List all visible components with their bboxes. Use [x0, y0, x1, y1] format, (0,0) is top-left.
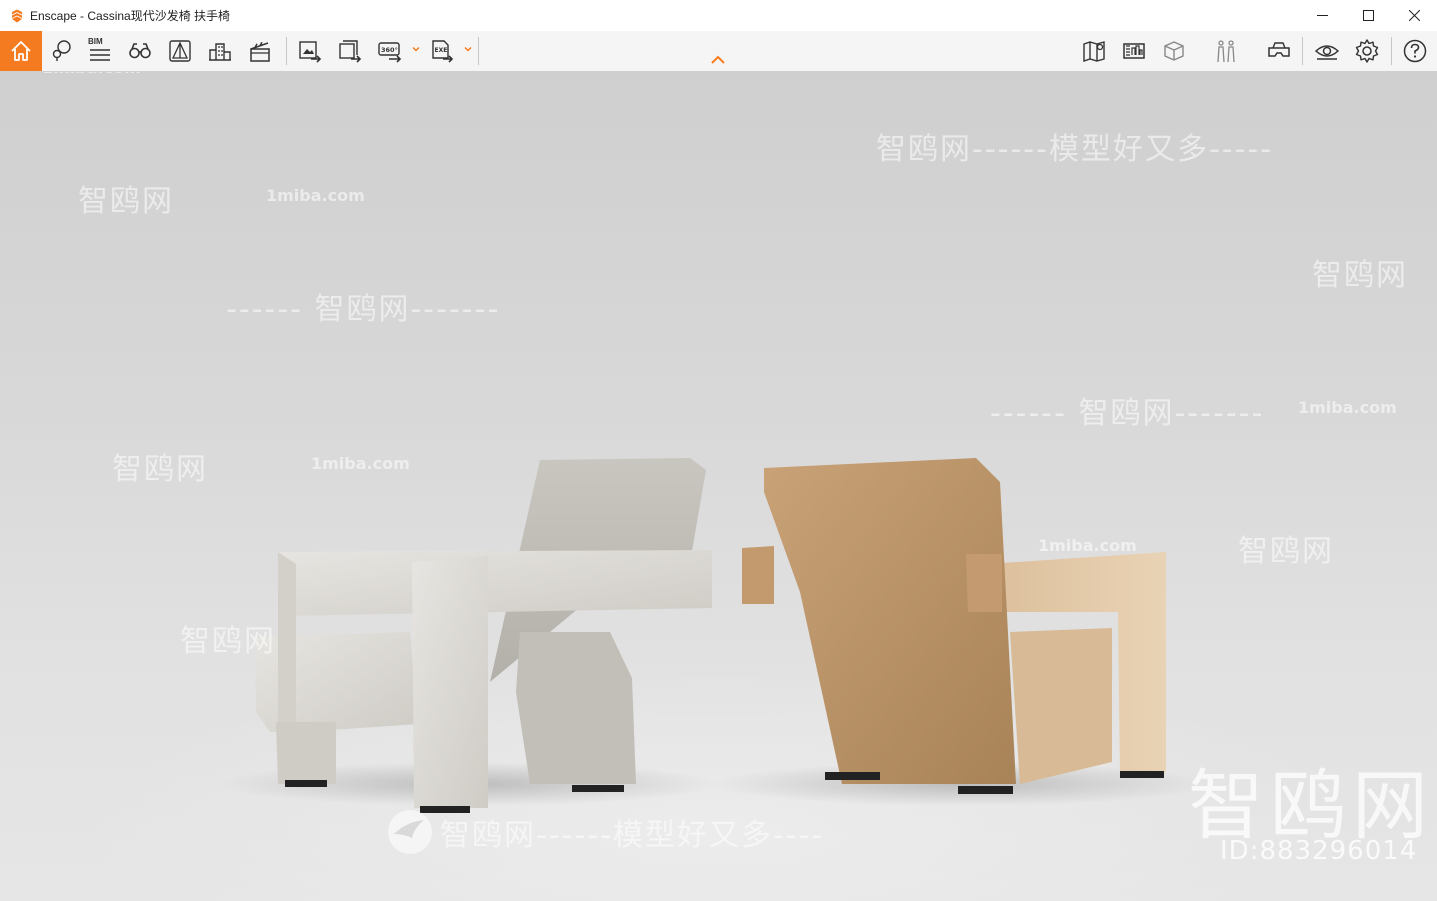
settings-button[interactable] [1350, 35, 1384, 67]
export-exe-icon: EXE [432, 40, 454, 63]
watermark-slogan: 智鸥网------模型好又多---- [440, 818, 825, 853]
title-bar: Enscape - Cassina现代沙发椅 扶手椅 [0, 0, 1437, 32]
watermark-brand: 智鸥网 [112, 452, 208, 487]
info-panel-button[interactable] [1117, 35, 1151, 67]
people-button[interactable] [1209, 35, 1243, 67]
buildings-button[interactable] [203, 35, 237, 67]
batch-render-button[interactable] [333, 35, 367, 67]
toolbar-separator [1391, 37, 1392, 65]
eye-view-icon [1314, 45, 1340, 60]
watermark-site: 1miba.com [266, 186, 365, 205]
watermark-site: 1miba.com [1038, 536, 1137, 555]
view-settings-button[interactable] [1310, 35, 1344, 67]
minimize-icon [1316, 15, 1328, 16]
map-location-button[interactable] [44, 35, 78, 67]
watermark-id: ID:883296014 [1220, 836, 1418, 866]
toolbar-separator [286, 37, 287, 65]
home-icon [11, 41, 31, 61]
video-editor-button[interactable] [243, 35, 277, 67]
watermark-site: 1miba.com [42, 72, 141, 77]
walk-mode-button[interactable] [123, 35, 157, 67]
map-view-button[interactable] [1077, 35, 1111, 67]
sketch-mode-button[interactable] [163, 35, 197, 67]
watermark-line-brand: ------ 智鸥网------- [226, 292, 501, 327]
bird-logo-icon [388, 810, 432, 854]
screenshot-button[interactable] [293, 35, 327, 67]
export-exe-button[interactable]: EXE [425, 35, 459, 67]
vr-headset-icon [1268, 42, 1290, 57]
panorama-360-icon: 360° [378, 42, 402, 63]
bim-label: BIM [88, 37, 103, 46]
watermark-brand: 智鸥网 [1312, 258, 1408, 293]
panorama-dropdown-chevron-icon[interactable] [412, 45, 420, 53]
watermark-brand: 智鸥网 [180, 624, 276, 659]
window-title: Enscape - Cassina现代沙发椅 扶手椅 [30, 9, 231, 23]
watermark-brand: 智鸥网 [1238, 534, 1334, 569]
maximize-button[interactable] [1345, 0, 1391, 31]
close-button[interactable] [1391, 0, 1437, 31]
watermark-site: 1miba.com [311, 454, 410, 473]
toolbar-separator [1302, 37, 1303, 65]
sketch-icon [169, 40, 191, 62]
toolbar-separator [478, 37, 479, 65]
svg-text:360°: 360° [381, 46, 398, 54]
watermark-brand: 智鸥网 [78, 184, 174, 219]
enscape-logo-icon [9, 8, 25, 24]
cube-view-icon [1164, 41, 1184, 61]
close-icon [1408, 10, 1420, 21]
buildings-icon [209, 43, 231, 61]
chevron-up-icon[interactable] [709, 54, 727, 66]
vr-headset-button[interactable] [1262, 35, 1296, 67]
map-location-icon [52, 40, 71, 61]
export-image-icon [299, 41, 322, 63]
people-icon [1217, 40, 1235, 63]
tan-armchair [742, 458, 1166, 794]
batch-render-icon [339, 40, 362, 63]
minimize-button[interactable] [1299, 0, 1345, 31]
watermark-line-brand: ------ 智鸥网------- [990, 396, 1265, 431]
watermark-slogan: 智鸥网------模型好又多----- [876, 132, 1274, 167]
white-armchair [255, 458, 712, 813]
maximize-icon [1362, 10, 1374, 21]
home-button[interactable] [0, 31, 42, 71]
info-panel-icon [1123, 43, 1145, 59]
binoculars-icon [129, 43, 151, 59]
help-icon [1403, 39, 1427, 63]
cube-view-button[interactable] [1157, 35, 1191, 67]
watermark-site: 1miba.com [1298, 398, 1397, 417]
export-dropdown-chevron-icon[interactable] [464, 45, 472, 53]
settings-gear-icon [1355, 39, 1379, 63]
clapperboard-icon [250, 41, 270, 62]
map-view-icon [1083, 41, 1105, 62]
svg-text:EXE: EXE [435, 47, 448, 54]
panorama-button[interactable]: 360° [373, 35, 407, 67]
help-button[interactable] [1398, 35, 1432, 67]
render-viewport[interactable]: 1miba.com 1miba.com 智鸥网------模型好又多----- … [0, 72, 1437, 901]
